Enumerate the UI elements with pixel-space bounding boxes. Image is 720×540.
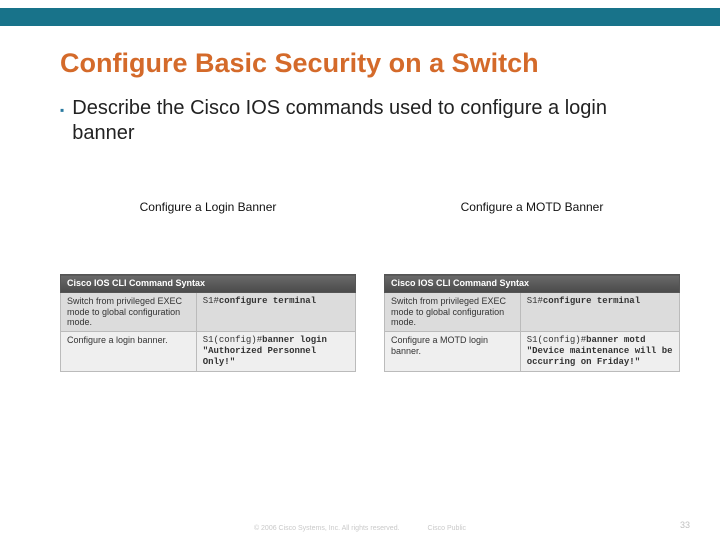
row-cmd: S1#configure terminal	[196, 292, 355, 331]
row-desc: Configure a login banner.	[61, 332, 197, 371]
panel-motd-banner: Configure a MOTD Banner Cisco IOS CLI Co…	[384, 200, 680, 372]
bullet-marker: ▪	[60, 103, 64, 117]
table-header: Cisco IOS CLI Command Syntax	[385, 275, 680, 293]
syntax-table-login: Cisco IOS CLI Command Syntax Switch from…	[60, 274, 356, 372]
panel-login-banner: Configure a Login Banner Cisco IOS CLI C…	[60, 200, 356, 372]
footer: © 2006 Cisco Systems, Inc. All rights re…	[0, 525, 720, 532]
body-bullet: ▪ Describe the Cisco IOS commands used t…	[60, 96, 670, 146]
bullet-text: Describe the Cisco IOS commands used to …	[72, 96, 670, 146]
row-cmd: S1#configure terminal	[520, 292, 679, 331]
footer-label: Cisco Public	[428, 525, 467, 532]
syntax-table-motd: Cisco IOS CLI Command Syntax Switch from…	[384, 274, 680, 372]
row-desc: Configure a MOTD login banner.	[385, 332, 521, 371]
header-bar	[0, 8, 720, 26]
table-header: Cisco IOS CLI Command Syntax	[61, 275, 356, 293]
row-cmd: S1(config)#banner login "Authorized Pers…	[196, 332, 355, 371]
panel-title: Configure a MOTD Banner	[384, 200, 680, 214]
row-desc: Switch from privileged EXEC mode to glob…	[385, 292, 521, 331]
footer-copyright: © 2006 Cisco Systems, Inc. All rights re…	[254, 525, 400, 532]
row-cmd: S1(config)#banner motd "Device maintenan…	[520, 332, 679, 371]
table-row: Switch from privileged EXEC mode to glob…	[61, 292, 356, 331]
table-row: Switch from privileged EXEC mode to glob…	[385, 292, 680, 331]
table-row: Configure a MOTD login banner. S1(config…	[385, 332, 680, 371]
row-desc: Switch from privileged EXEC mode to glob…	[61, 292, 197, 331]
table-row: Configure a login banner. S1(config)#ban…	[61, 332, 356, 371]
page-number: 33	[680, 520, 690, 530]
slide-title: Configure Basic Security on a Switch	[60, 48, 680, 79]
panels-container: Configure a Login Banner Cisco IOS CLI C…	[60, 200, 680, 372]
panel-title: Configure a Login Banner	[60, 200, 356, 214]
